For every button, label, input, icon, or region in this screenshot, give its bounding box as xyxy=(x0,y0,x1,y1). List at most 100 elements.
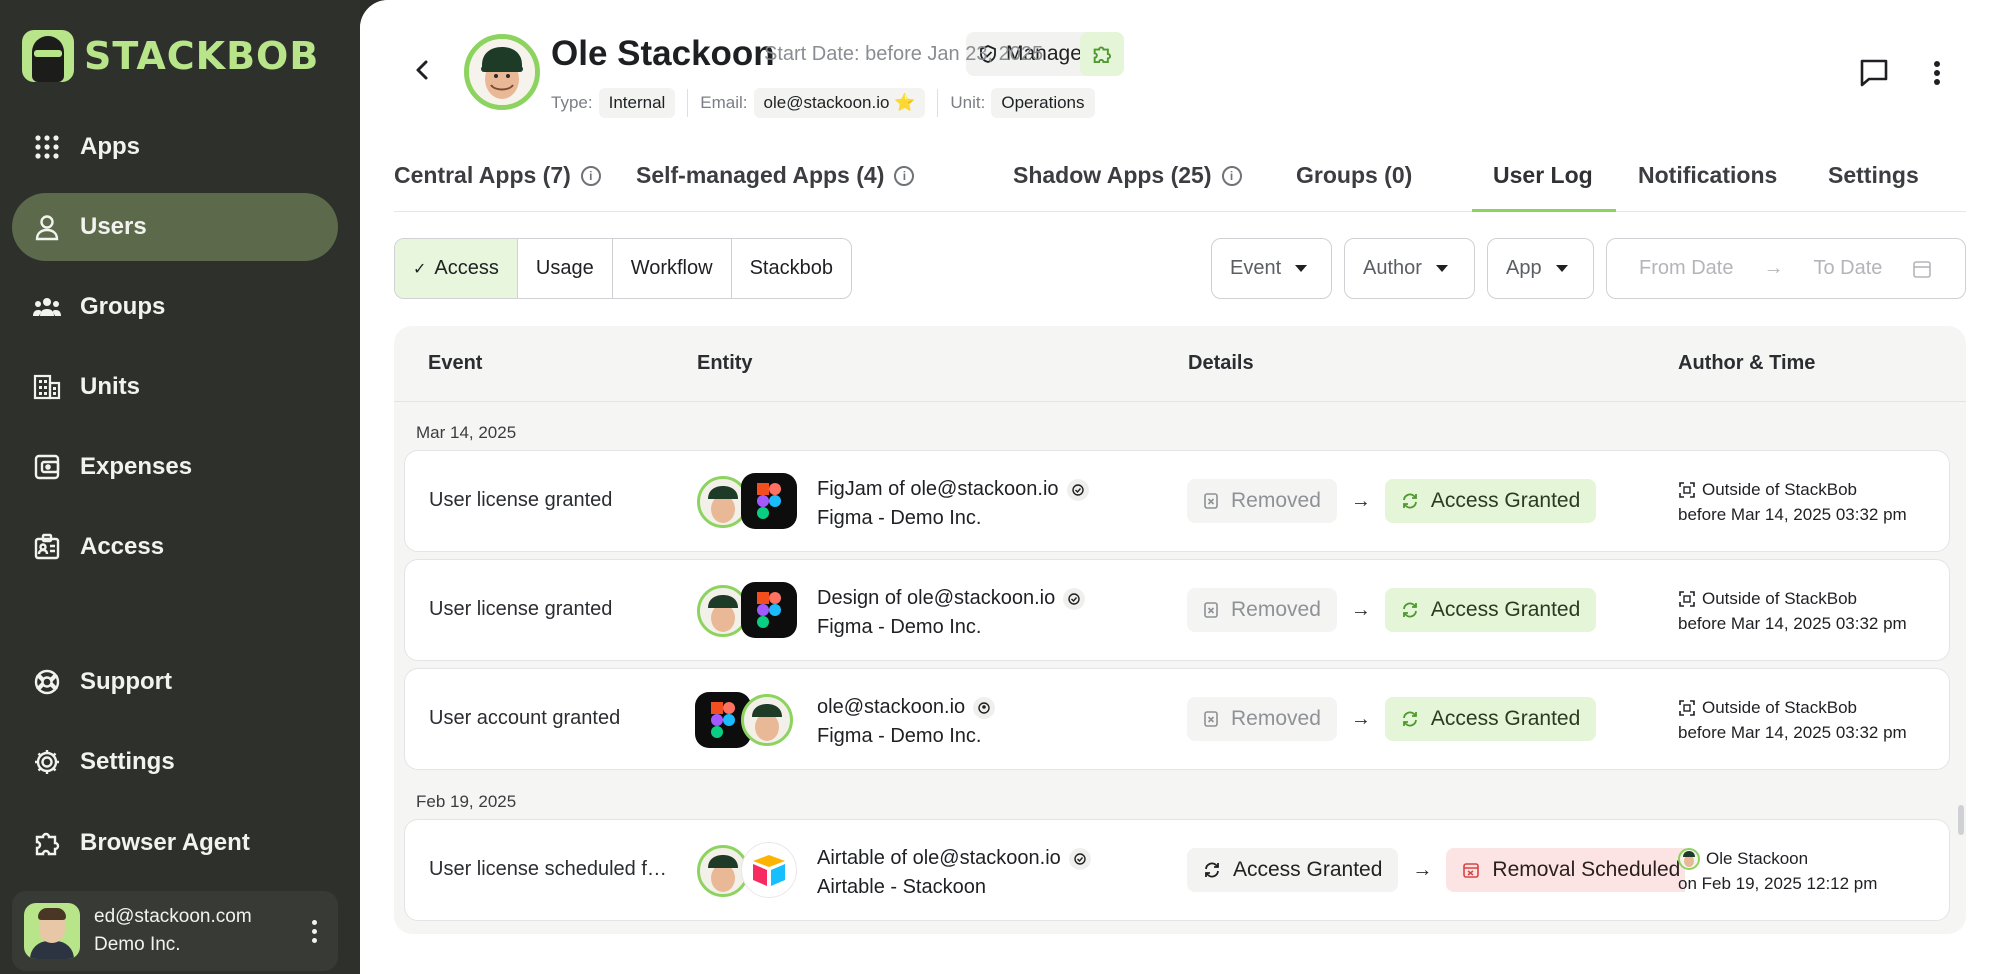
tab-label: Settings xyxy=(1828,162,1919,188)
sidebar-item-label: Users xyxy=(80,213,147,240)
browser-agent-badge[interactable] xyxy=(1080,32,1124,76)
puzzle-icon xyxy=(1093,46,1111,64)
account-badge-icon xyxy=(973,696,996,719)
table-row[interactable]: User license granted Design of ole@stack… xyxy=(404,559,1950,661)
back-arrow-icon[interactable] xyxy=(410,58,434,82)
tab-groups[interactable]: Groups (0) xyxy=(1296,162,1412,189)
info-icon[interactable]: i xyxy=(1221,165,1242,186)
date-group-label: Feb 19, 2025 xyxy=(416,792,517,811)
table-row[interactable]: User license granted FigJam of ole@stack… xyxy=(404,450,1950,552)
table-row[interactable]: User license scheduled f… Airtable of ol… xyxy=(404,819,1950,921)
tab-notifications[interactable]: Notifications xyxy=(1638,162,1777,189)
app-filter-label: App xyxy=(1506,257,1542,279)
status-badge-to: Access Granted xyxy=(1384,588,1597,632)
sidebar-item-label: Support xyxy=(80,668,172,695)
author-time-cell: Ole Stackoon on Feb 19, 2025 12:12 pm xyxy=(1678,846,1877,896)
sidebar-item-users[interactable]: Users xyxy=(12,193,338,261)
entity-subtitle: Figma - Demo Inc. xyxy=(817,616,982,638)
sidebar-item-support[interactable]: Support xyxy=(12,648,338,716)
sidebar-item-groups[interactable]: Groups xyxy=(12,273,338,341)
table-scrollbar[interactable] xyxy=(1958,805,1964,835)
author-filter-select[interactable]: Author xyxy=(1344,238,1475,299)
column-header-details: Details xyxy=(1188,352,1254,374)
logo-mark-icon xyxy=(22,30,74,82)
license-badge-icon xyxy=(1068,847,1091,870)
entity-subtitle: Airtable - Stackoon xyxy=(817,876,986,898)
status-badge-from: Removed xyxy=(1187,588,1337,632)
calendar-icon[interactable] xyxy=(1912,259,1932,279)
segment-workflow[interactable]: Workflow xyxy=(613,239,732,298)
tab-shadow-apps[interactable]: Shadow Apps (25) i xyxy=(1013,162,1242,189)
author-name: Outside of StackBob xyxy=(1702,698,1857,717)
to-date-input[interactable]: To Date xyxy=(1813,257,1882,280)
sidebar-item-units[interactable]: Units xyxy=(12,353,338,421)
sidebar-item-access[interactable]: Access xyxy=(12,513,338,581)
arrow-right-icon: → xyxy=(1350,707,1371,730)
tab-bar: Central Apps (7) i Self-managed Apps (4) i… xyxy=(394,144,1966,212)
user-icon xyxy=(35,215,59,241)
sidebar: STACKBOB Apps Users Groups Units Expense… xyxy=(0,0,360,974)
stackbob-logo[interactable]: STACKBOB xyxy=(22,30,319,82)
entity-cell: Design of ole@stackoon.io Figma - Demo I… xyxy=(817,584,1086,642)
avatar xyxy=(464,34,540,110)
app-filter-select[interactable]: App xyxy=(1487,238,1594,299)
event-time: before Mar 14, 2025 03:32 pm xyxy=(1678,505,1907,524)
table-header: Event Entity Details Author & Time xyxy=(394,326,1966,402)
entity-name[interactable]: FigJam of ole@stackoon.io xyxy=(817,475,1059,504)
sidebar-item-label: Groups xyxy=(80,293,166,320)
event-time: before Mar 14, 2025 03:32 pm xyxy=(1678,723,1907,742)
sidebar-item-browser-agent[interactable]: Browser Agent xyxy=(12,809,338,877)
event-time: on Feb 19, 2025 12:12 pm xyxy=(1678,874,1878,893)
details-pills: Access Granted → Removal Scheduled xyxy=(1187,848,1685,892)
comment-icon[interactable] xyxy=(1857,56,1891,90)
event-time: before Mar 14, 2025 03:32 pm xyxy=(1678,614,1907,633)
from-date-input[interactable]: From Date xyxy=(1639,257,1733,280)
author-name[interactable]: Ole Stackoon xyxy=(1706,846,1808,871)
entity-name[interactable]: ole@stackoon.io xyxy=(817,693,965,722)
column-header-author-time: Author & Time xyxy=(1678,352,1816,374)
tab-self-managed-apps[interactable]: Self-managed Apps (4) i xyxy=(636,162,915,189)
main-panel: Ole Stackoon Managed Start Date: before … xyxy=(360,0,1999,974)
entity-cell: FigJam of ole@stackoon.io Figma - Demo I… xyxy=(817,475,1089,533)
event-filter-select[interactable]: Event xyxy=(1211,238,1332,299)
sidebar-item-apps[interactable]: Apps xyxy=(12,113,338,181)
segment-usage[interactable]: Usage xyxy=(518,239,613,298)
segment-stackbob[interactable]: Stackbob xyxy=(732,239,851,298)
tab-user-log[interactable]: User Log xyxy=(1493,162,1593,189)
info-icon[interactable]: i xyxy=(580,165,601,186)
gear-icon xyxy=(35,750,59,774)
segment-access[interactable]: ✓ Access xyxy=(395,239,518,298)
entity-cell: Airtable of ole@stackoon.io Airtable - S… xyxy=(817,844,1091,902)
chevron-down-icon xyxy=(1295,265,1308,272)
more-vertical-icon[interactable] xyxy=(1920,56,1954,90)
info-icon[interactable]: i xyxy=(894,165,915,186)
tab-label: User Log xyxy=(1493,162,1593,188)
user-log-table: Event Entity Details Author & Time Mar 1… xyxy=(394,326,1966,934)
figma-icon xyxy=(741,473,797,529)
entity-icons xyxy=(695,473,807,531)
entity-name[interactable]: Airtable of ole@stackoon.io xyxy=(817,844,1061,873)
event-cell: User license scheduled f… xyxy=(429,858,667,880)
details-cell: Removed → Access Granted xyxy=(1187,588,1597,632)
lifebuoy-icon xyxy=(34,669,60,695)
account-switcher[interactable]: ed@stackoon.com Demo Inc. xyxy=(12,891,338,971)
tab-settings[interactable]: Settings xyxy=(1828,162,1919,189)
event-cell: User account granted xyxy=(429,707,621,729)
date-range-picker[interactable]: From Date → To Date xyxy=(1606,238,1966,299)
arrow-right-icon: → xyxy=(1350,489,1371,512)
account-menu-icon[interactable] xyxy=(302,914,326,948)
status-badge-from: Access Granted xyxy=(1187,848,1399,892)
entity-name[interactable]: Design of ole@stackoon.io xyxy=(817,584,1055,613)
status-badge-from: Removed xyxy=(1187,479,1337,523)
details-cell: Access Granted → Removal Scheduled xyxy=(1187,820,1685,922)
arrow-right-icon: → xyxy=(1412,858,1433,881)
tab-central-apps[interactable]: Central Apps (7) i xyxy=(394,162,601,189)
unit-value[interactable]: Operations xyxy=(991,88,1095,118)
badge-icon xyxy=(34,533,60,560)
sidebar-item-expenses[interactable]: Expenses xyxy=(12,433,338,501)
sidebar-item-settings[interactable]: Settings xyxy=(12,728,338,796)
email-label: Email: xyxy=(700,93,748,112)
log-type-segmented-control: ✓ Access Usage Workflow Stackbob xyxy=(394,238,852,299)
email-value[interactable]: ole@stackoon.io ⭐ xyxy=(753,88,926,118)
table-row[interactable]: User account granted ole@stackoon.io Fig… xyxy=(404,668,1950,770)
